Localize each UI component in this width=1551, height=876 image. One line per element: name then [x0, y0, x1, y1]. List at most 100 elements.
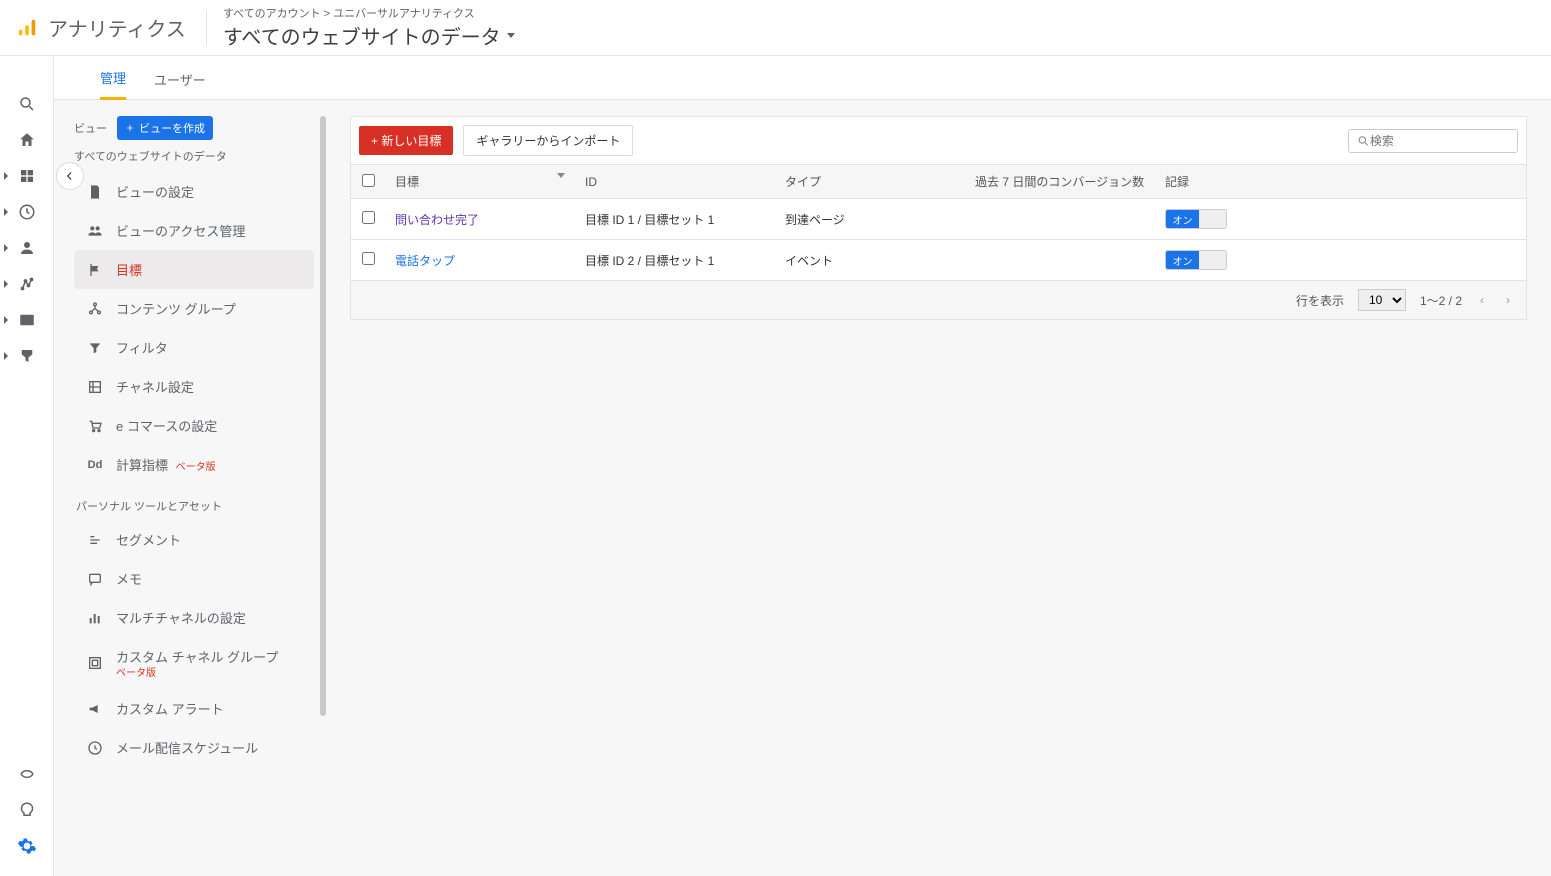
sort-caret-icon	[557, 173, 565, 178]
create-view-label: ビューを作成	[139, 120, 205, 136]
beta-badge: ベータ版	[176, 462, 216, 473]
item-label: コンテンツ グループ	[116, 299, 236, 318]
col-type[interactable]: タイプ	[775, 165, 965, 199]
cart-icon	[86, 418, 104, 434]
row-checkbox[interactable]	[362, 211, 375, 224]
home-icon[interactable]	[0, 122, 54, 158]
filter-icon	[86, 340, 104, 356]
custom-alerts-item[interactable]: カスタム アラート	[74, 689, 314, 728]
pager: 行を表示 10 1～2 / 2 ‹ ›	[351, 280, 1526, 319]
multichannel-item[interactable]: マルチチャネルの設定	[74, 598, 314, 637]
channel-icon	[86, 379, 104, 395]
annotations-item[interactable]: メモ	[74, 559, 314, 598]
import-gallery-button[interactable]: ギャラリーからインポート	[463, 125, 633, 156]
content-group-icon	[86, 301, 104, 317]
app-name: アナリティクス	[48, 13, 186, 42]
goal-link[interactable]: 問い合わせ完了	[395, 213, 479, 227]
view-label: ビュー	[74, 120, 107, 136]
realtime-icon[interactable]	[0, 194, 54, 230]
col-id[interactable]: ID	[575, 165, 775, 199]
view-column: ビュー ビューを作成 すべてのウェブサイトのデータ ビューの設定 ビューのアクセ…	[74, 116, 314, 876]
item-label: 目標	[116, 260, 142, 279]
goals-toolbar: + 新しい目標 ギャラリーからインポート	[351, 117, 1526, 164]
goal-conv-cell	[965, 199, 1155, 240]
goal-id-cell: 目標 ID 1 / 目標セット 1	[575, 199, 775, 240]
item-label: チャネル設定	[116, 377, 194, 396]
rows-label: 行を表示	[1296, 292, 1344, 309]
caret-down-icon	[507, 33, 515, 38]
app-header: アナリティクス すべてのアカウント > ユニバーサルアナリティクス すべてのウェ…	[0, 0, 1551, 56]
search-input[interactable]	[1370, 134, 1509, 148]
page-icon	[86, 184, 104, 200]
goals-table: 目標 ID タイプ 過去 7 日間のコンバージョン数 記録 問い合わせ完了	[351, 164, 1526, 280]
conversions-icon[interactable]	[0, 338, 54, 374]
search-icon[interactable]	[0, 86, 54, 122]
attribution-icon[interactable]	[0, 756, 54, 792]
view-settings-item[interactable]: ビューの設定	[74, 172, 314, 211]
item-label: カスタム アラート	[116, 699, 224, 718]
scheduled-emails-item[interactable]: メール配信スケジュール	[74, 728, 314, 767]
main-panel: + 新しい目標 ギャラリーからインポート 目標 ID	[314, 116, 1551, 876]
scrollbar[interactable]	[320, 116, 326, 736]
bar-chart-icon	[86, 610, 104, 626]
goals-item[interactable]: 目標	[74, 250, 314, 289]
breadcrumb: すべてのアカウント > ユニバーサルアナリティクス	[223, 5, 515, 21]
select-all-header[interactable]	[351, 165, 385, 199]
acquisition-icon[interactable]	[0, 266, 54, 302]
row-checkbox[interactable]	[362, 252, 375, 265]
col-goal[interactable]: 目標	[385, 165, 575, 199]
channel-settings-item[interactable]: チャネル設定	[74, 367, 314, 406]
item-label: メール配信スケジュール	[116, 738, 258, 757]
search-box[interactable]	[1348, 129, 1518, 153]
prev-page-button[interactable]: ‹	[1476, 293, 1488, 307]
dd-icon: Dd	[86, 459, 104, 471]
goal-link[interactable]: 電話タップ	[395, 254, 455, 268]
logo-block[interactable]: アナリティクス	[16, 10, 207, 46]
view-name: すべてのウェブサイトのデータ	[223, 21, 501, 50]
item-label: メモ	[116, 569, 142, 588]
recording-toggle[interactable]: オン	[1165, 250, 1227, 270]
tab-user[interactable]: ユーザー	[154, 70, 206, 99]
col-conversions[interactable]: 過去 7 日間のコンバージョン数	[965, 165, 1155, 199]
new-goal-button[interactable]: + 新しい目標	[359, 126, 453, 155]
content-groups-item[interactable]: コンテンツ グループ	[74, 289, 314, 328]
breadcrumb-block[interactable]: すべてのアカウント > ユニバーサルアナリティクス すべてのウェブサイトのデータ	[207, 5, 515, 50]
custom-channel-icon	[86, 655, 104, 671]
item-label: セグメント	[116, 530, 181, 549]
tab-admin[interactable]: 管理	[100, 68, 126, 100]
megaphone-icon	[86, 701, 104, 717]
calculated-metrics-item[interactable]: Dd 計算指標 ベータ版	[74, 445, 314, 484]
discover-icon[interactable]	[0, 792, 54, 828]
select-all-checkbox[interactable]	[362, 174, 375, 187]
segments-item[interactable]: セグメント	[74, 520, 314, 559]
create-view-button[interactable]: ビューを作成	[117, 116, 213, 140]
clock-mail-icon	[86, 740, 104, 756]
search-icon	[1357, 134, 1370, 148]
dashboard-icon[interactable]	[0, 158, 54, 194]
page-size-select[interactable]: 10	[1358, 289, 1406, 311]
admin-tabs: 管理 ユーザー	[54, 56, 1551, 100]
view-access-item[interactable]: ビューのアクセス管理	[74, 211, 314, 250]
audience-icon[interactable]	[0, 230, 54, 266]
people-icon	[86, 223, 104, 239]
analytics-logo-icon	[16, 17, 38, 39]
segments-icon	[86, 532, 104, 548]
view-selector[interactable]: すべてのウェブサイトのデータ	[223, 21, 515, 50]
item-label: 計算指標	[116, 458, 168, 473]
goal-id-cell: 目標 ID 2 / 目標セット 1	[575, 240, 775, 281]
flag-icon	[86, 262, 104, 278]
item-label: e コマースの設定	[116, 416, 217, 435]
filters-item[interactable]: フィルタ	[74, 328, 314, 367]
next-page-button[interactable]: ›	[1502, 293, 1514, 307]
custom-channel-item[interactable]: カスタム チャネル グループ ベータ版	[74, 637, 314, 689]
table-row: 問い合わせ完了 目標 ID 1 / 目標セット 1 到達ページ オン	[351, 199, 1526, 240]
current-view-name: すべてのウェブサイトのデータ	[74, 148, 314, 164]
goal-type-cell: イベント	[775, 240, 965, 281]
back-button[interactable]	[56, 162, 84, 190]
item-label: カスタム チャネル グループ	[116, 650, 278, 665]
behavior-icon[interactable]	[0, 302, 54, 338]
recording-toggle[interactable]: オン	[1165, 209, 1227, 229]
admin-gear-icon[interactable]	[0, 828, 54, 864]
ecommerce-item[interactable]: e コマースの設定	[74, 406, 314, 445]
col-recording[interactable]: 記録	[1155, 165, 1526, 199]
